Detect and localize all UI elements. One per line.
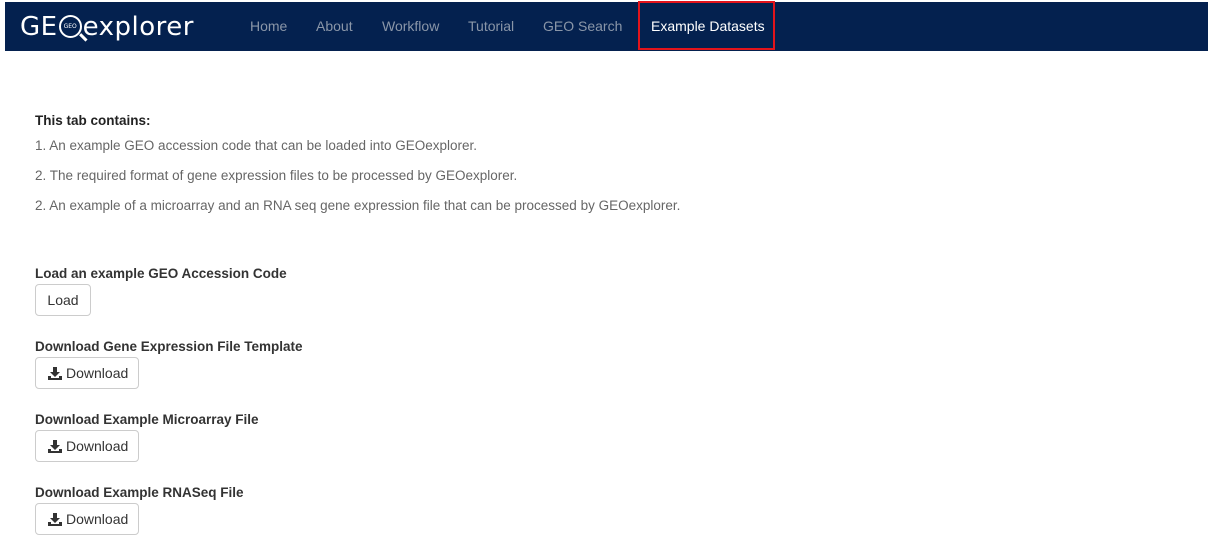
intro-line-3: 2. An example of a microarray and an RNA… bbox=[35, 198, 681, 213]
download-microarray-button[interactable]: Download bbox=[35, 430, 139, 462]
nav-tab-about[interactable]: About bbox=[316, 2, 353, 51]
nav-tab-tutorial[interactable]: Tutorial bbox=[468, 2, 514, 51]
logo-prefix: GE bbox=[20, 12, 58, 42]
magnifier-icon: GEO bbox=[58, 14, 82, 38]
load-button[interactable]: Load bbox=[35, 284, 91, 316]
app-logo[interactable]: GE GEO explorer bbox=[20, 10, 194, 44]
load-section-label: Load an example GEO Accession Code bbox=[35, 266, 287, 281]
nav-tab-home[interactable]: Home bbox=[250, 2, 287, 51]
download-icon bbox=[48, 440, 62, 453]
download-rnaseq-label: Download bbox=[66, 511, 129, 527]
rnaseq-section-label: Download Example RNASeq File bbox=[35, 485, 244, 500]
microarray-section-label: Download Example Microarray File bbox=[35, 412, 259, 427]
logo-mini-text: GEO bbox=[63, 22, 77, 30]
intro-line-1: 1. An example GEO accession code that ca… bbox=[35, 138, 478, 153]
intro-heading: This tab contains: bbox=[35, 113, 151, 128]
download-template-button[interactable]: Download bbox=[35, 357, 139, 389]
template-section-label: Download Gene Expression File Template bbox=[35, 339, 303, 354]
download-template-label: Download bbox=[66, 365, 129, 381]
top-navbar: GE GEO explorer Home About Workflow Tuto… bbox=[5, 2, 1208, 51]
download-rnaseq-button[interactable]: Download bbox=[35, 503, 139, 535]
logo-suffix: explorer bbox=[82, 12, 194, 42]
active-tab-highlight bbox=[638, 1, 775, 50]
intro-line-2: 2. The required format of gene expressio… bbox=[35, 168, 518, 183]
load-button-label: Load bbox=[47, 292, 79, 308]
download-microarray-label: Download bbox=[66, 438, 129, 454]
download-icon bbox=[48, 367, 62, 380]
download-icon bbox=[48, 513, 62, 526]
nav-tab-workflow[interactable]: Workflow bbox=[382, 2, 439, 51]
nav-tab-geo-search[interactable]: GEO Search bbox=[543, 2, 622, 51]
